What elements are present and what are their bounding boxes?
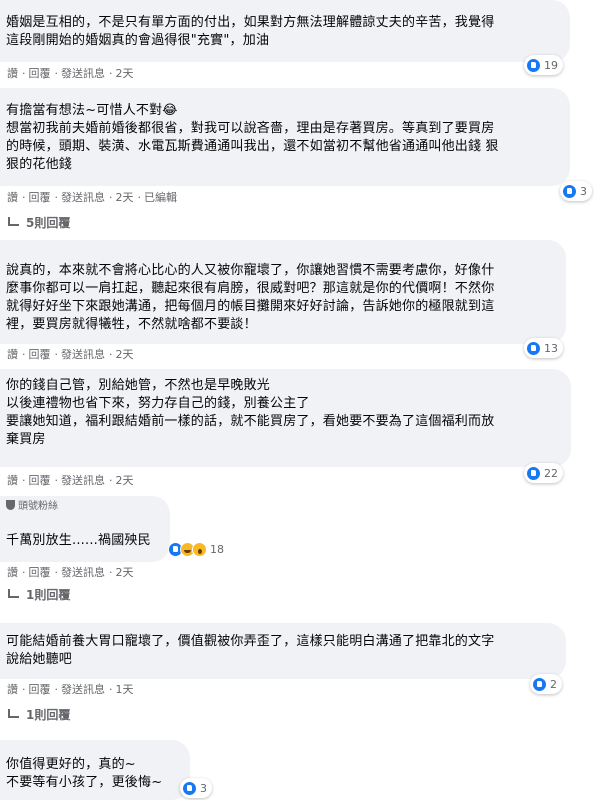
top-fan-label: 頭號粉絲	[18, 501, 58, 512]
view-replies-label: 1則回覆	[26, 708, 71, 722]
like-reaction-icon	[562, 183, 577, 199]
comment-text: 可能結婚前養大胃口寵壞了，價值觀被你弄歪了，這樣只能明白溝通了把靠北的文字 說給…	[6, 634, 495, 667]
reaction-count: 3	[200, 781, 207, 795]
reaction-summary[interactable]: 2	[530, 674, 562, 694]
reaction-summary[interactable]: 13	[524, 338, 563, 358]
wow-reaction-icon	[192, 541, 207, 557]
comment-text: 你的錢自己管，別給她管，不然也是早晚敗光 以後連禮物也省下來，努力存自己的錢，別…	[6, 378, 495, 447]
like-reaction-icon	[526, 57, 541, 73]
view-replies-button[interactable]: 5則回覆	[8, 214, 70, 232]
like-link[interactable]: 讚	[7, 191, 18, 204]
reaction-summary[interactable]: 3	[560, 181, 592, 201]
reply-arrow-icon	[8, 708, 19, 718]
edited-label[interactable]: 已編輯	[144, 191, 177, 204]
comment-text: 你值得更好的，真的~ 不要等有小孩了，更後悔~	[6, 757, 163, 790]
like-reaction-icon	[182, 780, 197, 796]
reply-arrow-icon	[8, 588, 19, 598]
view-replies-button[interactable]: 1則回覆	[8, 706, 70, 724]
comment-text: 婚姻是互相的，不是只有單方面的付出，如果對方無法理解體諒丈夫的辛苦，我覺得 這段…	[6, 15, 495, 48]
comment-time[interactable]: 2天	[116, 566, 134, 579]
reaction-summary[interactable]: 18	[166, 539, 229, 559]
reaction-count: 19	[544, 58, 558, 72]
reply-link[interactable]: 回覆	[29, 348, 51, 361]
reaction-summary[interactable]: 22	[524, 463, 563, 483]
like-link[interactable]: 讚	[7, 474, 18, 487]
comment-text: 千萬別放生......禍國殃民	[6, 533, 151, 548]
view-replies-button[interactable]: 1則回覆	[8, 586, 70, 604]
view-replies-label: 1則回覆	[26, 588, 71, 602]
reaction-summary[interactable]: 19	[524, 55, 563, 75]
reply-link[interactable]: 回覆	[29, 683, 51, 696]
reply-arrow-icon	[8, 216, 19, 226]
send-message-link[interactable]: 發送訊息	[61, 191, 105, 204]
comment-actions: 讚 · 回覆 · 發送訊息 · 2天	[7, 348, 134, 361]
like-reaction-icon	[532, 676, 547, 692]
comment-bubble: 婚姻是互相的，不是只有單方面的付出，如果對方無法理解體諒丈夫的辛苦，我覺得 這段…	[0, 0, 570, 62]
comment-bubble: 可能結婚前養大胃口寵壞了，價值觀被你弄歪了，這樣只能明白溝通了把靠北的文字 說給…	[0, 623, 566, 679]
comment-text: 有擔當有想法~可惜人不對😂 想當初我前夫婚前婚後都很省，對我可以說吝嗇，理由是存…	[6, 103, 499, 172]
reaction-count: 13	[544, 341, 558, 355]
view-replies-label: 5則回覆	[26, 216, 71, 230]
reply-link[interactable]: 回覆	[29, 474, 51, 487]
comment-actions: 讚 · 回覆 · 發送訊息 · 2天	[7, 67, 134, 80]
comment-author[interactable]	[6, 246, 554, 262]
like-reaction-icon	[526, 465, 541, 481]
comment-actions: 讚 · 回覆 · 發送訊息 · 2天 · 已編輯	[7, 191, 177, 204]
send-message-link[interactable]: 發送訊息	[61, 683, 105, 696]
comment-bubble: 你值得更好的，真的~ 不要等有小孩了，更後悔~	[0, 740, 190, 800]
like-link[interactable]: 讚	[7, 348, 18, 361]
comment-actions: 讚 · 回覆 · 發送訊息 · 2天	[7, 474, 134, 487]
reaction-count: 3	[580, 184, 587, 198]
reply-link[interactable]: 回覆	[29, 566, 51, 579]
comment-bubble: 你的錢自己管，別給她管，不然也是早晚敗光 以後連禮物也省下來，努力存自己的錢，別…	[0, 369, 571, 467]
comment-time[interactable]: 2天	[116, 191, 134, 204]
top-fan-badge: 頭號粉絲	[6, 500, 158, 514]
reply-link[interactable]: 回覆	[29, 67, 51, 80]
comment-time[interactable]: 1天	[116, 683, 134, 696]
reply-link[interactable]: 回覆	[29, 191, 51, 204]
reaction-count: 22	[544, 466, 558, 480]
send-message-link[interactable]: 發送訊息	[61, 474, 105, 487]
reaction-count: 2	[550, 677, 557, 691]
reaction-summary[interactable]: 3	[180, 778, 212, 798]
comment-time[interactable]: 2天	[116, 348, 134, 361]
send-message-link[interactable]: 發送訊息	[61, 348, 105, 361]
like-link[interactable]: 讚	[7, 67, 18, 80]
like-reaction-icon	[526, 340, 541, 356]
top-fan-badge-icon	[6, 500, 15, 510]
comment-time[interactable]: 2天	[116, 474, 134, 487]
comment-author[interactable]	[6, 744, 178, 756]
reaction-count: 18	[210, 542, 224, 556]
comment-bubble: 頭號粉絲 千萬別放生......禍國殃民	[0, 496, 170, 562]
comment-actions: 讚 · 回覆 · 發送訊息 · 1天	[7, 683, 134, 696]
comment-author[interactable]	[6, 94, 558, 102]
comment-time[interactable]: 2天	[116, 67, 134, 80]
like-link[interactable]: 讚	[7, 683, 18, 696]
comment-author[interactable]	[6, 514, 158, 532]
comment-bubble: 說真的，本來就不會將心比心的人又被你寵壞了，你讓她習慣不需要考慮你，好像什 麼事…	[0, 240, 566, 344]
comment-actions: 讚 · 回覆 · 發送訊息 · 2天	[7, 566, 134, 579]
send-message-link[interactable]: 發送訊息	[61, 566, 105, 579]
like-link[interactable]: 讚	[7, 566, 18, 579]
comment-text: 說真的，本來就不會將心比心的人又被你寵壞了，你讓她習慣不需要考慮你，好像什 麼事…	[6, 263, 495, 332]
comment-bubble: 有擔當有想法~可惜人不對😂 想當初我前夫婚前婚後都很省，對我可以說吝嗇，理由是存…	[0, 88, 570, 186]
send-message-link[interactable]: 發送訊息	[61, 67, 105, 80]
